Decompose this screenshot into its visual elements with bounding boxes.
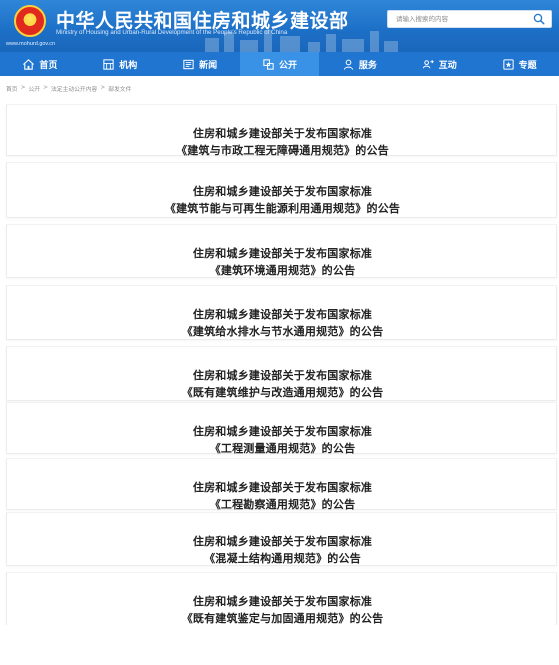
article-title-line2: 《建筑环境通用规范》的公告 (209, 264, 356, 277)
article-title-line2: 《工程勘察通用规范》的公告 (209, 498, 356, 511)
article-title-line1: 住房和城乡建设部关于发布国家标准 (192, 185, 373, 198)
article-card[interactable]: 住房和城乡建设部关于发布国家标准 《建筑环境通用规范》的公告 (6, 224, 557, 278)
article-list: 住房和城乡建设部关于发布国家标准 《建筑与市政工程无障碍通用规范》的公告 住房和… (0, 0, 559, 665)
article-card[interactable]: 住房和城乡建设部关于发布国家标准 《既有建筑维护与改造通用规范》的公告 (6, 346, 557, 401)
article-card[interactable]: 住房和城乡建设部关于发布国家标准 《工程测量通用规范》的公告 (6, 402, 557, 455)
article-title-line2: 《既有建筑鉴定与加固通用规范》的公告 (181, 612, 384, 625)
article-card[interactable]: 住房和城乡建设部关于发布国家标准 《建筑与市政工程无障碍通用规范》的公告 (6, 104, 557, 157)
article-title-line1: 住房和城乡建设部关于发布国家标准 (192, 535, 373, 548)
article-title-line2: 《建筑与市政工程无障碍通用规范》的公告 (176, 144, 389, 157)
article-title-line2: 《工程测量通用规范》的公告 (209, 442, 356, 455)
article-title-line1: 住房和城乡建设部关于发布国家标准 (192, 308, 373, 321)
article-title-line1: 住房和城乡建设部关于发布国家标准 (192, 127, 373, 140)
article-title-line1: 住房和城乡建设部关于发布国家标准 (192, 425, 373, 438)
article-title-line1: 住房和城乡建设部关于发布国家标准 (192, 247, 373, 260)
article-title-line2: 《既有建筑维护与改造通用规范》的公告 (181, 386, 384, 399)
article-card[interactable]: 住房和城乡建设部关于发布国家标准 《既有建筑鉴定与加固通用规范》的公告 (6, 572, 557, 626)
article-title-line1: 住房和城乡建设部关于发布国家标准 (192, 369, 373, 382)
page-bottom-space (0, 625, 559, 665)
article-card[interactable]: 住房和城乡建设部关于发布国家标准 《工程勘察通用规范》的公告 (6, 458, 557, 511)
article-title-line1: 住房和城乡建设部关于发布国家标准 (192, 595, 373, 608)
article-title-line2: 《建筑给水排水与节水通用规范》的公告 (181, 325, 384, 338)
article-card[interactable]: 住房和城乡建设部关于发布国家标准 《建筑给水排水与节水通用规范》的公告 (6, 285, 557, 340)
article-card[interactable]: 住房和城乡建设部关于发布国家标准 《混凝土结构通用规范》的公告 (6, 512, 557, 566)
article-card[interactable]: 住房和城乡建设部关于发布国家标准 《建筑节能与可再生能源利用通用规范》的公告 (6, 162, 557, 218)
article-title-line2: 《建筑节能与可再生能源利用通用规范》的公告 (164, 202, 401, 215)
article-title-line1: 住房和城乡建设部关于发布国家标准 (192, 481, 373, 494)
article-title-line2: 《混凝土结构通用规范》的公告 (204, 552, 361, 565)
